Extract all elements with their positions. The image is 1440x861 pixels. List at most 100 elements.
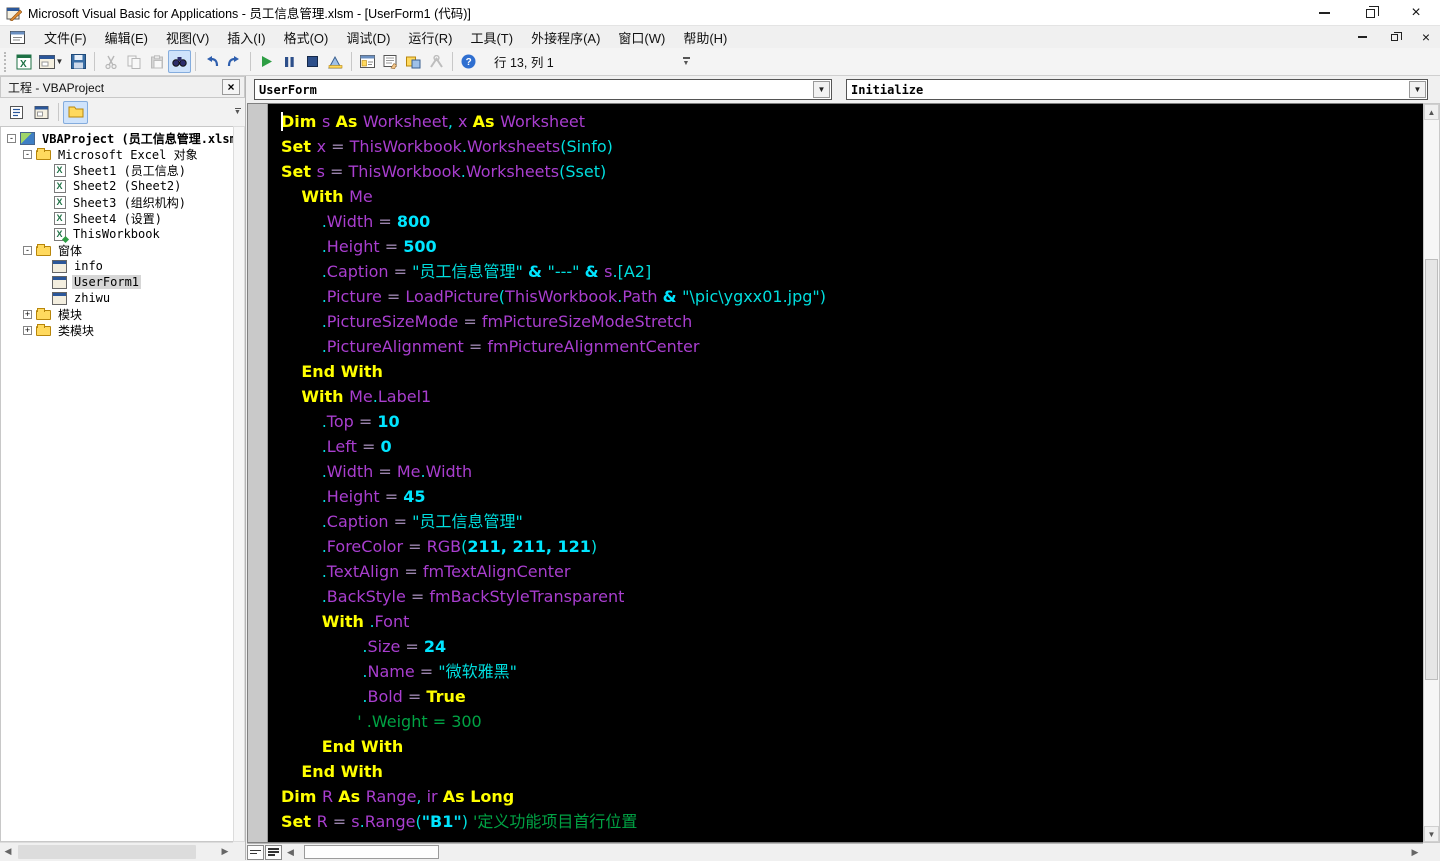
project-tree-horizontal-scrollbar[interactable]: ◀ ▶ [0,842,233,860]
properties-window-button[interactable] [379,50,402,73]
copy-button[interactable] [122,50,145,73]
view-object-button[interactable] [29,101,54,124]
breakpoint-margin[interactable] [248,104,268,842]
code-line: Set x = ThisWorkbook.Worksheets(Sinfo) [281,134,1423,159]
procedure-dropdown-button[interactable]: ▼ [1409,81,1426,98]
tree-item[interactable]: info [1,258,233,274]
menu-item[interactable]: 调试(D) [337,25,399,50]
scroll-down-icon: ▼ [1428,830,1436,839]
scroll-right-icon[interactable]: ▶ [217,844,233,860]
menu-item[interactable]: 插入(I) [218,25,274,50]
cut-button[interactable] [99,50,122,73]
procedure-dropdown[interactable]: Initialize ▼ [846,79,1428,100]
collapse-icon[interactable]: - [23,150,32,159]
menu-item[interactable]: 运行(R) [399,25,461,50]
scrollbar-thumb[interactable] [304,845,439,859]
tree-item-label: ThisWorkbook [71,227,162,241]
insert-userform-button[interactable]: ▼ [35,50,67,73]
code-line: .ForeColor = RGB(211, 211, 121) [281,534,1423,559]
tree-item[interactable]: Sheet3 (组织机构) [1,194,233,210]
tree-item[interactable]: Sheet1 (员工信息) [1,162,233,178]
tree-item-label: Sheet1 (员工信息) [71,162,188,179]
object-dropdown-button[interactable]: ▼ [813,81,830,98]
view-code-button[interactable] [4,101,29,124]
project-toolbar-overflow[interactable]: ▼ [232,102,243,122]
mdi-close-button[interactable]: × [1418,29,1434,45]
menu-item[interactable]: 外接程序(A) [522,25,609,50]
full-module-view-button[interactable] [265,845,282,860]
undo-button[interactable] [200,50,223,73]
scroll-left-icon[interactable]: ◀ [0,844,16,860]
sheet-icon [54,196,66,209]
menu-item[interactable]: 窗口(W) [609,25,674,50]
paste-button[interactable] [145,50,168,73]
toolbar-overflow-button[interactable]: ▼ [680,50,692,74]
tree-item[interactable]: -VBAProject (员工信息管理.xlsm) [1,130,233,146]
form-icon [52,276,67,289]
code-line: .PictureAlignment = fmPictureAlignmentCe… [281,334,1423,359]
project-explorer-button[interactable] [356,50,379,73]
toolbox-button[interactable] [425,50,448,73]
scrollbar-thumb[interactable] [1425,259,1438,680]
menu-item[interactable]: 视图(V) [157,25,218,50]
project-explorer-icon [360,55,375,68]
scrollbar-thumb[interactable] [18,845,196,859]
collapse-icon[interactable]: - [23,246,32,255]
scroll-down-button[interactable]: ▼ [1424,826,1439,842]
project-tree-vertical-scrollbar[interactable] [233,126,245,842]
scroll-up-button[interactable]: ▲ [1424,104,1439,120]
tree-item[interactable]: +模块 [1,306,233,322]
expand-icon[interactable]: + [23,326,32,335]
menu-item[interactable]: 文件(F) [35,25,96,50]
tree-item[interactable]: zhiwu [1,290,233,306]
toolbar-separator [250,52,251,71]
tree-item[interactable]: ThisWorkbook [1,226,233,242]
code-editor[interactable]: Dim s As Worksheet, x As WorksheetSet x … [247,103,1423,843]
form-icon [52,292,67,305]
tree-item-label: Sheet4 (设置) [71,210,164,227]
menu-item[interactable]: 编辑(E) [96,25,157,50]
expand-icon[interactable]: + [23,310,32,319]
code-line: .Height = 500 [281,234,1423,259]
code-horizontal-scrollbar[interactable] [298,844,1407,861]
tree-item[interactable]: -Microsoft Excel 对象 [1,146,233,162]
break-button[interactable] [278,50,301,73]
run-button[interactable] [255,50,278,73]
tree-item[interactable]: Sheet4 (设置) [1,210,233,226]
restore-button[interactable] [1360,3,1380,23]
menu-item[interactable]: 帮助(H) [674,25,736,50]
save-button[interactable] [67,50,90,73]
project-panel-toolbar: ▼ [0,98,245,126]
redo-button[interactable] [223,50,246,73]
mdi-minimize-button[interactable] [1354,29,1370,45]
close-button[interactable]: × [1406,3,1426,23]
minimize-button[interactable] [1314,3,1334,23]
view-excel-button[interactable]: X [12,50,35,73]
procedure-view-button[interactable] [247,845,264,860]
tree-item[interactable]: Sheet2 (Sheet2) [1,178,233,194]
menu-item[interactable]: 工具(T) [461,25,522,50]
help-button[interactable]: ? [457,50,480,73]
scroll-left-button[interactable]: ◀ [283,844,298,860]
tree-item[interactable]: -窗体 [1,242,233,258]
tree-item[interactable]: UserForm1 [1,274,233,290]
find-button[interactable] [168,50,191,73]
project-panel-header[interactable]: 工程 - VBAProject × [0,76,245,98]
scroll-right-button[interactable]: ▶ [1407,844,1423,860]
toolbar-grip[interactable] [4,52,9,72]
object-browser-button[interactable] [402,50,425,73]
code-line: Dim s As Worksheet, x As Worksheet [281,109,1423,134]
code-vertical-scrollbar[interactable]: ▲ ▼ [1423,103,1440,843]
object-dropdown[interactable]: UserForm ▼ [254,79,832,100]
toggle-folders-button[interactable] [63,101,88,124]
reset-button[interactable] [301,50,324,73]
code-line: .Top = 10 [281,409,1423,434]
tree-item[interactable]: +类模块 [1,322,233,338]
menu-item[interactable]: 格式(O) [275,25,338,50]
mdi-restore-button[interactable] [1386,29,1402,45]
chevron-down-icon: ▼ [683,61,690,67]
project-panel-close-button[interactable]: × [222,79,240,95]
svg-text:X: X [20,59,27,70]
collapse-icon[interactable]: - [7,134,16,143]
design-mode-button[interactable] [324,50,347,73]
